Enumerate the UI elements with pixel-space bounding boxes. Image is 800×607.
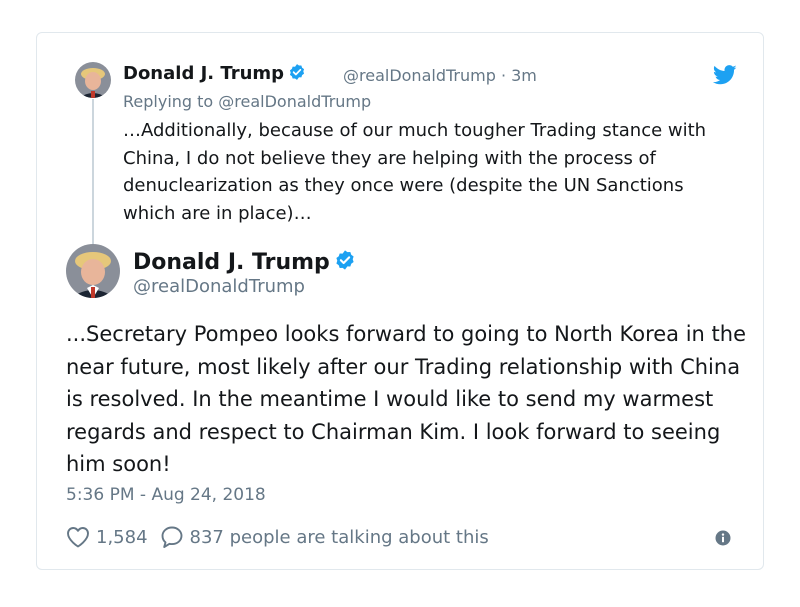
heart-icon[interactable] (66, 526, 90, 548)
main-avatar[interactable] (66, 244, 120, 298)
main-tweet-text: ...Secretary Pompeo looks forward to goi… (66, 322, 746, 476)
like-count[interactable]: 1,584 (96, 527, 148, 548)
thread-connector-line (92, 99, 94, 244)
talking-about-link[interactable]: 837 people are talking about this (190, 527, 489, 548)
main-handle[interactable]: @realDonaldTrump (133, 276, 305, 297)
parent-handle-time[interactable]: @realDonaldTrump · 3m (343, 66, 537, 85)
replying-to-label[interactable]: Replying to @realDonaldTrump (123, 92, 371, 111)
main-author-name-text: Donald J. Trump (133, 250, 330, 275)
info-icon[interactable] (715, 530, 731, 550)
embedded-tweet-card: Donald J. Trump @realDonaldTrump · 3m Re… (36, 32, 764, 570)
main-author-name[interactable]: Donald J. Trump (133, 249, 356, 277)
tweet-timestamp[interactable]: 5:36 PM - Aug 24, 2018 (66, 485, 266, 505)
parent-author-name[interactable]: Donald J. Trump (123, 63, 306, 86)
parent-author-name-text: Donald J. Trump (123, 63, 285, 84)
speech-bubble-icon[interactable] (160, 525, 184, 549)
parent-tweet-text: …Additionally, because of our much tough… (123, 120, 707, 224)
parent-avatar[interactable] (75, 62, 111, 98)
tweet-actions-bar: 1,584 837 people are talking about this (66, 525, 489, 549)
verified-badge-icon (334, 249, 356, 277)
twitter-bird-icon[interactable] (712, 65, 737, 89)
verified-badge-icon (288, 63, 306, 86)
